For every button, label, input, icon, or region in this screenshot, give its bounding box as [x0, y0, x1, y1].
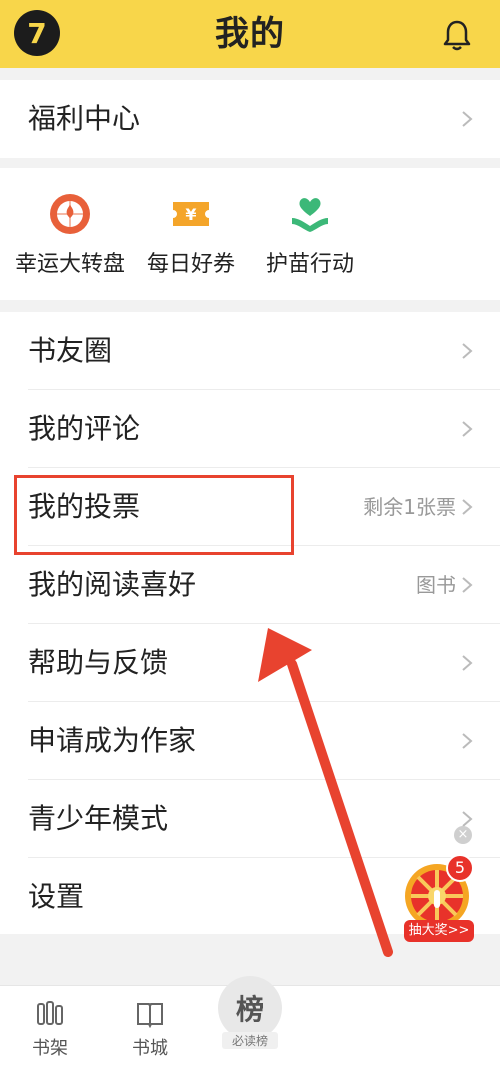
- chevron-right-icon: [462, 733, 473, 749]
- lottery-count-badge: 5: [446, 854, 474, 882]
- welfare-card: 福利中心: [0, 80, 500, 158]
- quick-seedling-action[interactable]: 护苗行动: [245, 168, 375, 308]
- menu-item-help-feedback[interactable]: 帮助与反馈: [0, 624, 500, 702]
- menu-item-label: 书友圈: [28, 334, 113, 367]
- menu-list: 书友圈 我的评论 我的投票 剩余1张票 我的阅读喜好 图书 帮助与反馈 申请成为…: [0, 312, 500, 934]
- tab-bookstore[interactable]: 书城: [110, 986, 190, 1066]
- menu-item-label: 我的阅读喜好: [28, 568, 197, 601]
- svg-text:¥: ¥: [185, 205, 196, 224]
- votes-remaining: 剩余1张票: [363, 495, 456, 519]
- bookshelf-icon: [37, 1001, 63, 1025]
- menu-item-label: 我的评论: [28, 412, 141, 445]
- reading-preference-value: 图书: [416, 573, 456, 597]
- quick-label: 每日好券: [146, 252, 235, 277]
- chevron-right-icon: [462, 421, 473, 437]
- menu-item-label: 设置: [28, 880, 85, 913]
- tab-label: 书架: [32, 1038, 68, 1059]
- top-bar: 7 我的: [0, 0, 500, 68]
- chevron-right-icon: [462, 499, 473, 515]
- chevron-right-icon: [462, 655, 473, 671]
- close-icon[interactable]: ×: [454, 826, 472, 844]
- annotation-highlight-box: [14, 475, 294, 555]
- rank-icon[interactable]: 榜: [218, 976, 282, 1040]
- menu-item-become-author[interactable]: 申请成为作家: [0, 702, 500, 780]
- menu-item-welfare[interactable]: 福利中心: [0, 80, 500, 158]
- bell-icon[interactable]: [442, 18, 472, 52]
- tab-label[interactable]: 必读榜: [222, 1032, 278, 1049]
- heart-hands-icon: [292, 198, 328, 232]
- menu-item-teen-mode[interactable]: 青少年模式: [0, 780, 500, 858]
- chevron-right-icon: [462, 111, 473, 127]
- quick-lucky-wheel[interactable]: 幸运大转盘: [5, 168, 135, 308]
- bottom-nav: 书架 书城 榜 必读榜: [0, 976, 500, 1066]
- chevron-right-icon: [462, 343, 473, 359]
- menu-item-my-comments[interactable]: 我的评论: [0, 390, 500, 468]
- menu-item-book-friends[interactable]: 书友圈: [0, 312, 500, 390]
- menu-item-label: 申请成为作家: [28, 724, 197, 757]
- tab-bookshelf[interactable]: 书架: [10, 986, 90, 1066]
- wheel-icon: [50, 194, 90, 234]
- quick-label: 护苗行动: [265, 252, 354, 277]
- lottery-widget[interactable]: 5 抽大奖>>: [402, 854, 474, 942]
- menu-item-label: 青少年模式: [28, 802, 169, 835]
- menu-item-reading-preference[interactable]: 我的阅读喜好 图书: [0, 546, 500, 624]
- quick-actions: 幸运大转盘 ¥ 每日好券 护苗行动: [0, 168, 500, 300]
- menu-item-label: 帮助与反馈: [28, 646, 169, 679]
- quick-daily-coupon[interactable]: ¥ 每日好券: [126, 168, 256, 308]
- quick-label: 幸运大转盘: [14, 252, 125, 277]
- tab-label: 书城: [132, 1038, 168, 1059]
- coupon-icon: ¥: [173, 202, 209, 226]
- page-title: 我的: [215, 14, 285, 54]
- lottery-label: 抽大奖>>: [404, 920, 474, 942]
- chevron-right-icon: [462, 577, 473, 593]
- menu-item-label: 福利中心: [28, 102, 141, 135]
- book-icon: [137, 1003, 163, 1028]
- rank-glyph: 榜: [235, 993, 264, 1026]
